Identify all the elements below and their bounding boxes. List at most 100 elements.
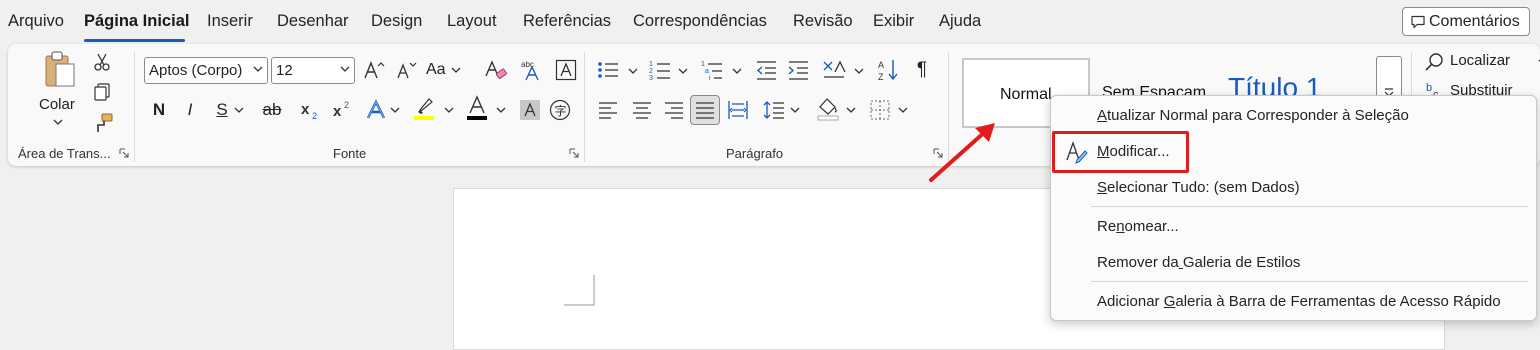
paste-button[interactable]: Colar bbox=[36, 50, 84, 128]
character-border-icon bbox=[555, 59, 577, 81]
sort-icon: AZ bbox=[878, 60, 898, 82]
tab-ajuda[interactable]: Ajuda bbox=[939, 12, 981, 31]
tab-correspondencias[interactable]: Correspondências bbox=[633, 12, 767, 31]
chevron-down-icon[interactable] bbox=[390, 105, 400, 115]
justify-button[interactable] bbox=[690, 95, 720, 125]
bold-button[interactable]: N bbox=[145, 96, 173, 124]
menu-item-select-all[interactable]: Selecionar Tudo: (sem Dados) bbox=[1097, 179, 1300, 196]
font-size-select[interactable]: 12 bbox=[271, 57, 355, 84]
phonetic-guide-button[interactable]: abc bbox=[518, 56, 546, 84]
svg-text:A: A bbox=[878, 60, 884, 70]
sort-button[interactable]: AZ bbox=[874, 56, 902, 84]
chevron-down-icon bbox=[53, 119, 63, 125]
bullets-button[interactable] bbox=[594, 56, 622, 84]
clipboard-launcher-icon[interactable] bbox=[119, 148, 129, 158]
tab-design[interactable]: Design bbox=[371, 12, 422, 31]
svg-text:Z: Z bbox=[878, 72, 884, 82]
align-center-button[interactable] bbox=[628, 96, 656, 124]
font-launcher-icon[interactable] bbox=[569, 148, 579, 158]
mnemonic-letter: G bbox=[1163, 293, 1176, 310]
chevron-down-icon[interactable] bbox=[732, 66, 742, 76]
underline-button[interactable]: S bbox=[208, 96, 236, 124]
text-effects-icon bbox=[366, 99, 386, 119]
menu-separator bbox=[1091, 206, 1528, 207]
svg-text:x: x bbox=[301, 101, 310, 118]
svg-text:2: 2 bbox=[649, 68, 653, 75]
italic-button[interactable]: I bbox=[176, 96, 204, 124]
character-border-button[interactable] bbox=[552, 56, 580, 84]
grow-font-button[interactable] bbox=[360, 56, 388, 84]
strikethrough-icon: ab bbox=[262, 100, 282, 119]
numbering-button[interactable]: 123 bbox=[646, 56, 674, 84]
asian-layout-button[interactable] bbox=[820, 56, 848, 84]
chevron-down-icon[interactable] bbox=[678, 66, 688, 76]
multilevel-list-button[interactable]: 1ai bbox=[698, 56, 726, 84]
tab-inserir[interactable]: Inserir bbox=[207, 12, 253, 31]
font-color-button[interactable] bbox=[463, 94, 491, 122]
menu-item-label: Adicionar Galeria à Barra de Ferramentas… bbox=[1097, 293, 1501, 310]
italic-icon: I bbox=[187, 100, 193, 119]
align-left-button[interactable] bbox=[594, 96, 622, 124]
increase-indent-button[interactable] bbox=[784, 56, 812, 84]
align-right-button[interactable] bbox=[660, 96, 688, 124]
chevron-down-icon[interactable] bbox=[234, 105, 244, 115]
tab-referencias[interactable]: Referências bbox=[523, 12, 611, 31]
highlight-button[interactable] bbox=[410, 94, 438, 122]
svg-text:x: x bbox=[333, 103, 342, 120]
menu-item-update-normal[interactable]: Atualizar Normal para Corresponder à Sel… bbox=[1097, 107, 1409, 124]
decrease-indent-button[interactable] bbox=[752, 56, 780, 84]
chevron-down-icon[interactable] bbox=[898, 105, 908, 115]
comments-button[interactable]: Comentários bbox=[1402, 7, 1530, 36]
enclose-characters-button[interactable]: 字 bbox=[546, 96, 574, 124]
svg-text:b: b bbox=[1426, 82, 1432, 94]
font-name-value: Aptos (Corpo) bbox=[149, 62, 243, 79]
underline-icon: S bbox=[216, 100, 228, 119]
menu-item-add-gallery-to-qat[interactable]: Adicionar Galeria à Barra de Ferramentas… bbox=[1097, 293, 1501, 310]
tab-revisao[interactable]: Revisão bbox=[793, 12, 853, 31]
chevron-down-icon[interactable] bbox=[854, 66, 864, 76]
svg-text:2: 2 bbox=[344, 100, 349, 110]
strikethrough-button[interactable]: ab bbox=[258, 96, 286, 124]
chevron-down-icon[interactable] bbox=[496, 105, 506, 115]
text-effects-button[interactable] bbox=[362, 96, 390, 124]
style-normal-label: Normal bbox=[1000, 86, 1052, 103]
menu-separator bbox=[1091, 281, 1528, 282]
character-shading-button[interactable] bbox=[516, 96, 544, 124]
chevron-down-icon[interactable] bbox=[628, 66, 638, 76]
shading-button[interactable] bbox=[814, 94, 842, 122]
paint-bucket-icon bbox=[817, 98, 839, 121]
tab-exibir[interactable]: Exibir bbox=[873, 12, 914, 31]
clear-formatting-button[interactable] bbox=[482, 56, 510, 84]
format-painter-icon[interactable] bbox=[92, 112, 114, 134]
chevron-down-icon[interactable] bbox=[846, 105, 856, 115]
line-spacing-button[interactable] bbox=[760, 96, 788, 124]
svg-text:1: 1 bbox=[701, 61, 705, 68]
subscript-button[interactable]: x2 bbox=[296, 96, 324, 124]
clipboard-icon bbox=[45, 51, 75, 87]
tab-layout[interactable]: Layout bbox=[447, 12, 497, 31]
tab-desenhar[interactable]: Desenhar bbox=[277, 12, 349, 31]
copy-icon[interactable] bbox=[92, 82, 112, 102]
change-case-button[interactable]: Aa bbox=[426, 56, 472, 84]
borders-button[interactable] bbox=[866, 96, 894, 124]
enclose-characters-icon: 字 bbox=[549, 99, 571, 121]
shrink-font-button[interactable] bbox=[392, 56, 420, 84]
menu-item-remove-from-gallery[interactable]: Remover da Galeria de Estilos bbox=[1097, 254, 1300, 271]
show-formatting-marks-button[interactable]: ¶ bbox=[908, 56, 936, 84]
tab-arquivo[interactable]: Arquivo bbox=[8, 12, 64, 31]
tab-pagina-inicial[interactable]: Página Inicial bbox=[84, 12, 189, 31]
distributed-button[interactable] bbox=[724, 96, 752, 124]
chevron-down-icon[interactable] bbox=[444, 105, 454, 115]
menu-item-rename[interactable]: Renomear... bbox=[1097, 218, 1179, 235]
mnemonic-letter: n bbox=[1116, 218, 1125, 235]
superscript-button[interactable]: x2 bbox=[328, 96, 356, 124]
highlighter-icon bbox=[414, 98, 434, 120]
increase-indent-icon bbox=[788, 61, 808, 80]
find-button[interactable]: Localizar bbox=[1422, 50, 1540, 74]
active-tab-indicator bbox=[84, 39, 185, 42]
group-separator bbox=[584, 52, 585, 162]
chevron-down-icon[interactable] bbox=[790, 105, 800, 115]
cut-icon[interactable] bbox=[92, 52, 112, 72]
font-name-select[interactable]: Aptos (Corpo) bbox=[144, 57, 268, 84]
menu-item-label: Atualizar Normal para Corresponder à Sel… bbox=[1097, 107, 1409, 124]
